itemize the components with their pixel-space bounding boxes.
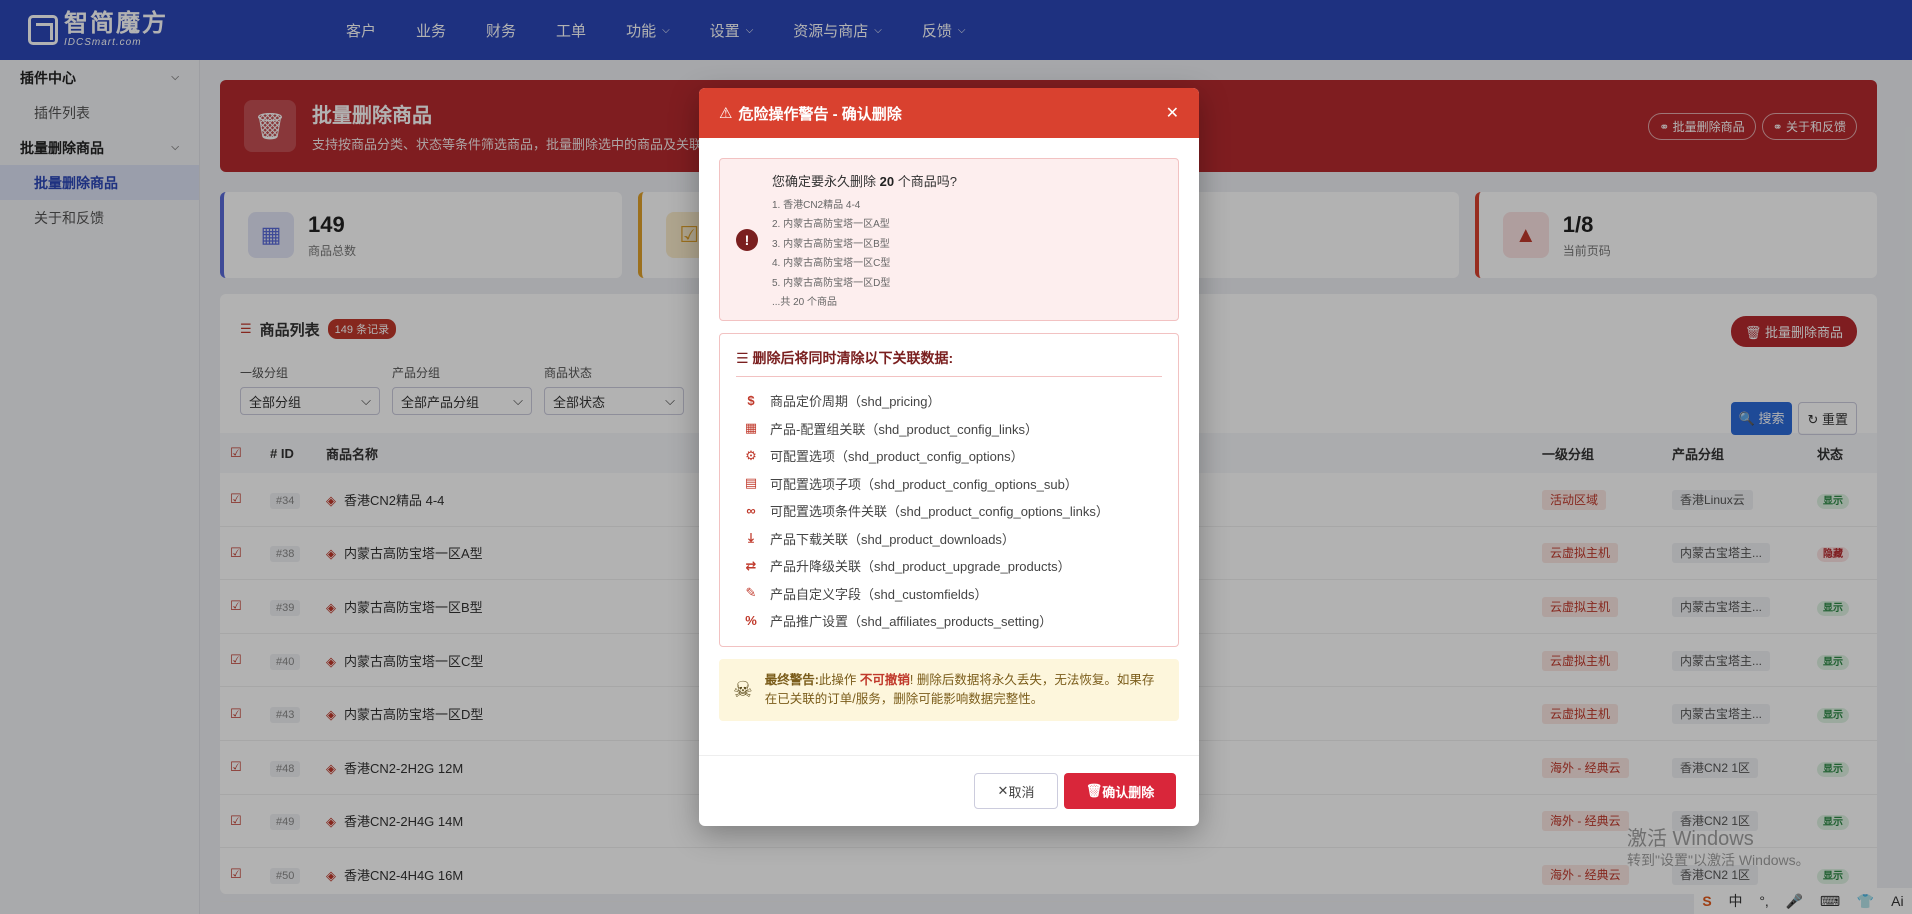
final-warning-text: 最终警告:此操作 不可撤销! 删除后数据将永久丢失，无法恢复。如果存在已关联的订…: [764, 673, 1155, 706]
related-data-item: ✎ 产品自定义字段（shd_customfields）: [736, 580, 1162, 608]
close-icon[interactable]: ✕: [1166, 103, 1179, 123]
modal-title: 危险操作警告 - 确认删除: [738, 105, 902, 123]
confirm-summary: ! 您确定要永久删除 20 个商品吗? 1. 香港CN2精品 4-4 2. 内蒙古…: [719, 158, 1179, 321]
selected-items-more: ...共 20 个商品: [772, 297, 838, 309]
cogs-icon: ⚙: [745, 447, 757, 463]
list-box-icon: ▤: [744, 475, 758, 491]
download-icon: ⤓: [748, 530, 754, 546]
selected-item: 2. 内蒙古高防宝塔一区A型: [772, 219, 890, 231]
related-data-item: % 产品推广设置（shd_affiliates_products_setting）: [736, 607, 1162, 635]
delete-confirm-modal: ⚠ 危险操作警告 - 确认删除 ✕ ! 您确定要永久删除 20 个商品吗? 1.…: [699, 88, 1199, 826]
related-title: ☰ 删除后将同时清除以下关联数据:: [736, 348, 1162, 377]
related-data-label: 可配置选项子项（shd_product_config_options_sub）: [770, 476, 1078, 492]
dollar-icon: $: [747, 393, 755, 409]
related-data-item: ▦ 产品-配置组关联（shd_product_config_links）: [736, 415, 1162, 443]
selected-item: 5. 内蒙古高防宝塔一区D型: [772, 277, 891, 289]
related-data-list: $ 商品定价周期（shd_pricing） ▦ 产品-配置组关联（shd_produc…: [736, 387, 1162, 635]
modal-header: ⚠ 危险操作警告 - 确认删除 ✕: [699, 88, 1199, 138]
exclamation-circle-icon: !: [736, 228, 758, 251]
related-data-label: 产品-配置组关联（shd_product_config_links）: [770, 421, 1039, 437]
related-data-label: 可配置选项条件关联（shd_product_config_options_lin…: [770, 504, 1109, 520]
final-warning: ☠ 最终警告:此操作 不可撤销! 删除后数据将永久丢失，无法恢复。如果存在已关联…: [719, 659, 1179, 721]
related-data-item: $ 商品定价周期（shd_pricing）: [736, 387, 1162, 415]
related-data-box: ☰ 删除后将同时清除以下关联数据: $ 商品定价周期（shd_pricing） ▦ 产…: [719, 333, 1179, 647]
related-data-label: 产品下载关联（shd_product_downloads）: [770, 531, 1015, 547]
related-data-label: 产品升降级关联（shd_product_upgrade_products）: [770, 559, 1071, 575]
related-data-label: 商品定价周期（shd_pricing）: [770, 394, 941, 410]
modal-footer: ✕ 取消 🗑 确认删除: [699, 755, 1199, 826]
related-data-item: ∞ 可配置选项条件关联（shd_product_config_options_li…: [736, 497, 1162, 525]
exchange-icon: ⇄: [745, 557, 757, 573]
warning-triangle-icon: ⚠: [719, 105, 733, 122]
selected-item: 1. 香港CN2精品 4-4: [772, 199, 861, 211]
button-label: 取消: [1008, 784, 1035, 800]
confirm-delete-button[interactable]: 🗑 确认删除: [1064, 773, 1176, 809]
selected-items-list: 1. 香港CN2精品 4-4 2. 内蒙古高防宝塔一区A型 3. 内蒙古高防宝塔一区…: [772, 196, 957, 294]
selected-item: 3. 内蒙古高防宝塔一区B型: [772, 238, 890, 250]
pencil-icon: ✎: [745, 585, 757, 601]
button-label: 确认删除: [1102, 784, 1155, 800]
grid-icon: ▦: [744, 420, 758, 436]
confirm-question: 您确定要永久删除 20 个商品吗?: [772, 173, 957, 189]
related-data-item: ⤓ 产品下载关联（shd_product_downloads）: [736, 525, 1162, 553]
selected-item: 4. 内蒙古高防宝塔一区C型: [772, 258, 891, 270]
related-data-item: ⚙ 可配置选项（shd_product_config_options）: [736, 442, 1162, 470]
related-data-item: ⇄ 产品升降级关联（shd_product_upgrade_products）: [736, 552, 1162, 580]
cancel-button[interactable]: ✕ 取消: [974, 773, 1058, 809]
related-data-label: 产品自定义字段（shd_customfields）: [770, 586, 988, 602]
related-data-label: 产品推广设置（shd_affiliates_products_setting）: [770, 614, 1053, 630]
related-data-item: ▤ 可配置选项子项（shd_product_config_options_sub）: [736, 470, 1162, 498]
related-data-label: 可配置选项（shd_product_config_options）: [770, 449, 1024, 465]
skull-icon: ☠: [733, 677, 753, 702]
link-icon: ∞: [746, 503, 756, 519]
percent-icon: %: [745, 613, 757, 629]
